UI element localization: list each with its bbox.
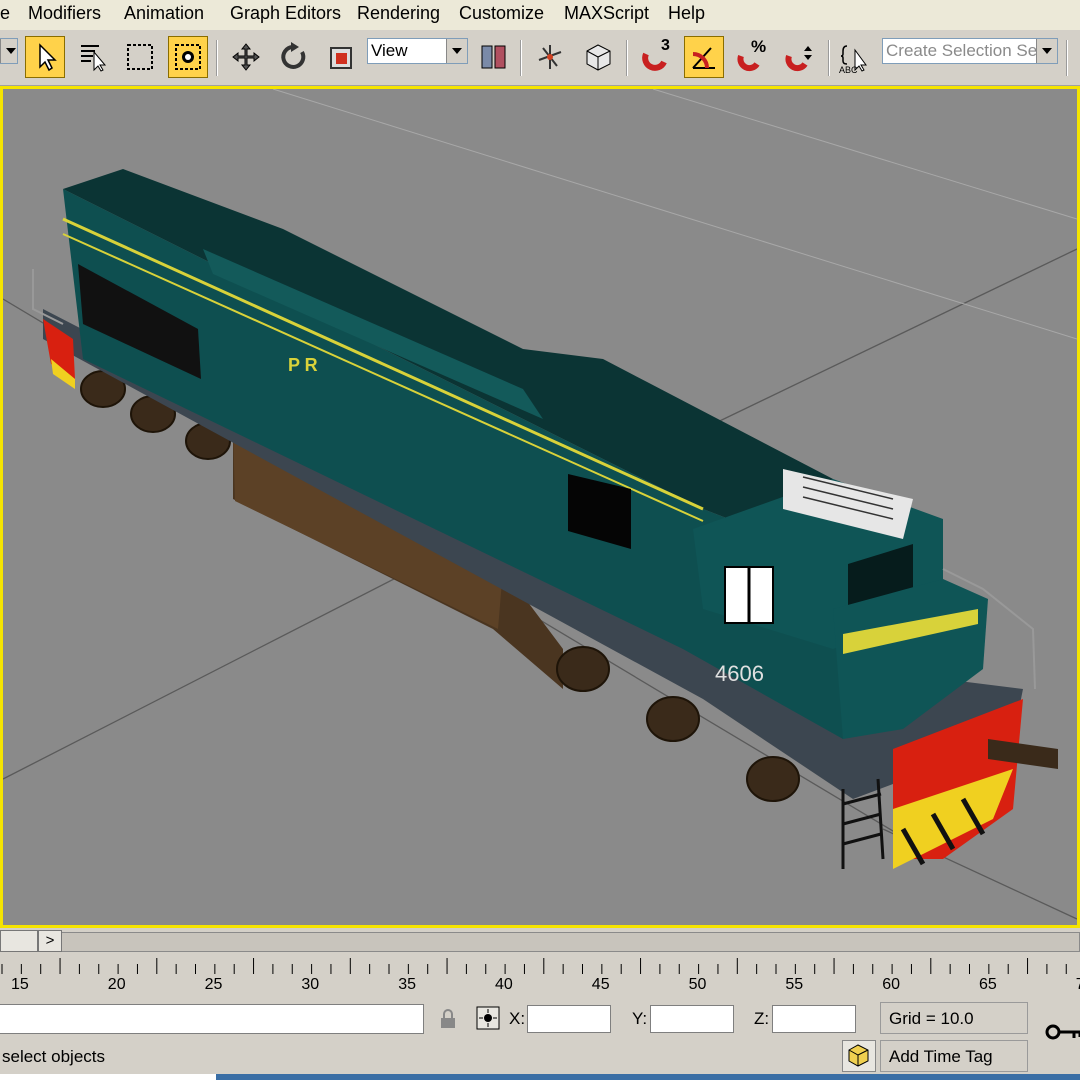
angle-snap-button[interactable]: [684, 36, 724, 78]
taskbar-strip: [216, 1074, 1080, 1080]
lock-icon[interactable]: [438, 1008, 458, 1030]
edit-named-selection-button[interactable]: ABC: [836, 36, 876, 78]
snaps-toggle-button[interactable]: 3: [636, 36, 676, 78]
pivot-center-button[interactable]: [474, 36, 514, 78]
track-tick-label: 60: [882, 976, 900, 993]
mirror-button[interactable]: [1070, 36, 1080, 78]
viewport-scene: P R 4606: [3, 89, 1077, 920]
time-slider-track[interactable]: [0, 932, 1080, 952]
x-coordinate-field[interactable]: [527, 1005, 611, 1033]
track-bar[interactable]: 15 20 25 30 35 40 45 50 55 60 65 7: [0, 956, 1080, 1000]
select-by-name-button[interactable]: [73, 36, 113, 78]
track-tick-label: 30: [301, 976, 320, 993]
toolbar-separator: [216, 40, 218, 76]
angle-snap-icon: [692, 47, 715, 69]
track-tick-label: 50: [688, 976, 707, 993]
track-tick-label: 7: [1076, 976, 1080, 994]
move-icon: [232, 43, 260, 71]
prompt-line: select objects: [2, 1047, 105, 1066]
prompt-divider: [0, 1074, 216, 1080]
perspective-viewport[interactable]: P R 4606: [0, 86, 1080, 928]
menu-bar: e Modifiers Animation Graph Editors Rend…: [0, 0, 1080, 31]
cube-icon: [848, 1044, 869, 1067]
menu-customize[interactable]: Customize: [459, 3, 544, 24]
z-label: Z:: [754, 1009, 770, 1028]
loco-number-text: 4606: [715, 661, 764, 686]
percent-label: %: [751, 37, 767, 56]
track-tick-label: 55: [785, 976, 804, 993]
y-coordinate-field[interactable]: [650, 1005, 734, 1033]
y-label: Y:: [632, 1009, 648, 1028]
selection-filter-dropdown[interactable]: [0, 38, 18, 64]
track-tick-label: 65: [979, 976, 997, 993]
key-icon[interactable]: [1044, 1020, 1080, 1044]
absolute-mode-icon[interactable]: [476, 1006, 500, 1030]
add-time-tag-label: Add Time Tag: [889, 1047, 993, 1066]
rotate-button[interactable]: [274, 36, 314, 78]
track-tick-label: 25: [204, 976, 223, 993]
menu-rendering[interactable]: Rendering: [357, 3, 440, 24]
next-frame-button[interactable]: >: [38, 930, 62, 952]
menu-animation[interactable]: Animation: [124, 3, 204, 24]
percent-snap-button[interactable]: %: [732, 36, 772, 78]
select-object-button[interactable]: [25, 36, 65, 78]
named-selection-placeholder: Create Selection Set: [886, 41, 1042, 60]
z-coordinate-field[interactable]: [772, 1005, 856, 1033]
grid-size-readout: Grid = 10.0: [880, 1002, 1028, 1034]
arrow-cursor-icon: [39, 43, 57, 72]
x-label: X:: [509, 1009, 526, 1028]
reference-coordinate-dropdown[interactable]: View: [367, 38, 468, 64]
time-tag-button[interactable]: [842, 1040, 876, 1072]
maxscript-listener-field[interactable]: [0, 1004, 424, 1034]
snap-dimension-label: 3: [661, 37, 670, 54]
reference-coordinate-value: View: [371, 41, 408, 60]
scale-button[interactable]: [322, 36, 362, 78]
track-ticks: [1, 958, 1067, 974]
pivot-center-icon: [481, 45, 506, 69]
loco-logo-text: P R: [288, 355, 318, 375]
window-crossing-button[interactable]: [168, 36, 208, 78]
rectangle-region-icon: [127, 44, 153, 70]
track-tick-label: 40: [495, 976, 513, 993]
abc-label: ABC: [839, 65, 858, 75]
status-bar: X: Y: Z: Grid = 10.0 select objects Add …: [0, 1000, 1080, 1080]
menu-file[interactable]: e: [0, 3, 10, 24]
rectangle-selection-button[interactable]: [120, 36, 160, 78]
time-slider-thumb[interactable]: [0, 930, 38, 952]
manipulate-icon: [538, 45, 562, 69]
window-crossing-icon: [175, 44, 201, 70]
named-selection-sets-dropdown[interactable]: Create Selection Set: [882, 38, 1058, 64]
add-time-tag-field[interactable]: Add Time Tag: [880, 1040, 1028, 1072]
toolbar-separator: [1066, 40, 1068, 76]
track-tick-label: 35: [398, 976, 416, 993]
move-button[interactable]: [226, 36, 266, 78]
main-toolbar: View 3 % ABC Create Selection Set: [0, 30, 1080, 86]
grid-value: Grid = 10.0: [889, 1009, 974, 1028]
toolbar-separator: [520, 40, 522, 76]
spinner-snap-icon: [785, 46, 812, 72]
scale-icon: [330, 47, 352, 69]
list-select-icon: [81, 45, 107, 72]
menu-help[interactable]: Help: [668, 3, 705, 24]
locomotive-model: [32, 169, 1058, 869]
spinner-snap-button[interactable]: [780, 36, 820, 78]
track-tick-label: 20: [107, 976, 126, 993]
keyboard-shortcut-override-button[interactable]: [578, 36, 618, 78]
time-slider[interactable]: >: [0, 928, 1080, 956]
toolbar-separator: [828, 40, 830, 76]
cube-icon: [586, 44, 611, 71]
track-tick-label: 15: [11, 976, 29, 993]
rotate-icon: [281, 42, 306, 69]
menu-modifiers[interactable]: Modifiers: [28, 3, 101, 24]
menu-maxscript[interactable]: MAXScript: [564, 3, 649, 24]
select-and-manipulate-button[interactable]: [530, 36, 570, 78]
toolbar-separator: [626, 40, 628, 76]
menu-graph-editors[interactable]: Graph Editors: [230, 3, 341, 24]
track-tick-label: 45: [591, 976, 610, 993]
